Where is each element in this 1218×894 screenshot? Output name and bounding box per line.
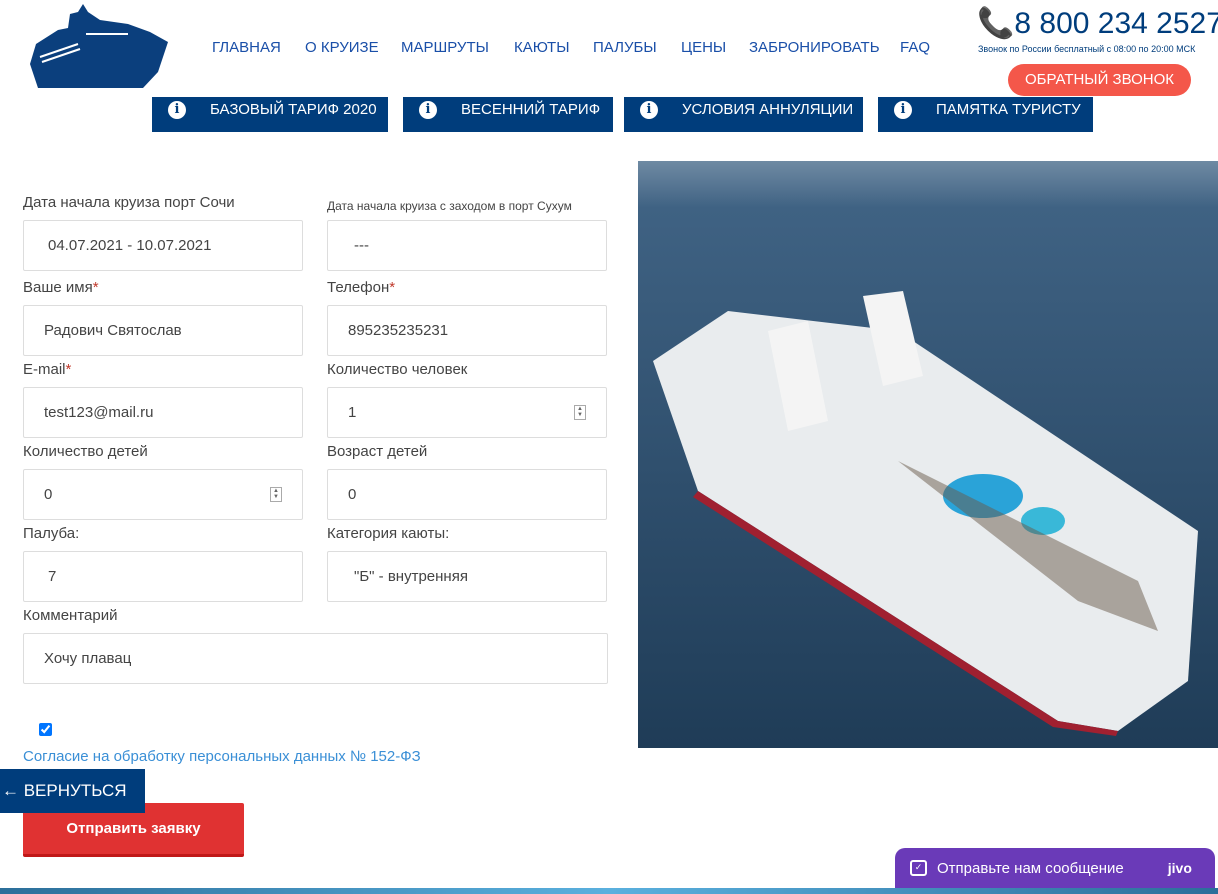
callback-button[interactable]: ОБРАТНЫЙ ЗВОНОК (1008, 64, 1191, 96)
label-phone: Телефон* (327, 279, 396, 296)
label-people: Количество человек (327, 361, 468, 378)
label-children: Количество детей (23, 443, 148, 460)
message-icon: ✓ (910, 860, 927, 876)
label-email: E-mail* (23, 361, 72, 378)
nav-cabins[interactable]: КАЮТЫ (514, 39, 570, 56)
children-stepper[interactable]: 0 ▲ ▼ (23, 469, 303, 520)
consent-link[interactable]: Согласие на обработку персональных данны… (23, 748, 421, 765)
people-stepper[interactable]: 1 ▲ ▼ (327, 387, 607, 438)
label-children-age: Возраст детей (327, 443, 428, 460)
ship-logo[interactable] (28, 2, 173, 88)
consent-checkbox[interactable] (39, 723, 52, 736)
children-age-input[interactable]: 0 (327, 469, 607, 520)
phone-note: Звонок по России бесплатный с 08:00 по 2… (978, 44, 1196, 54)
start-sukhum-field[interactable]: --- (327, 220, 607, 271)
nav-faq[interactable]: FAQ (900, 39, 930, 56)
phone-icon: 📞 (977, 7, 1015, 40)
tab-spring-tariff[interactable]: i ВЕСЕННИЙ ТАРИФ (403, 97, 613, 132)
comment-input[interactable]: Хочу плавац (23, 633, 608, 684)
footer-strip (0, 888, 1218, 894)
info-icon: i (640, 101, 658, 119)
jivo-logo: jivo (1167, 860, 1192, 876)
deck-select[interactable]: 7 (23, 551, 303, 602)
nav-decks[interactable]: ПАЛУБЫ (593, 39, 657, 56)
label-start-sochi: Дата начала круиза порт Сочи (23, 194, 235, 211)
label-start-sukhum: Дата начала круиза с заходом в порт Суху… (327, 199, 572, 213)
name-input[interactable]: Радович Святослав (23, 305, 303, 356)
tab-cancellation[interactable]: i УСЛОВИЯ АННУЛЯЦИИ (624, 97, 863, 132)
nav-about[interactable]: О КРУИЗЕ (305, 39, 379, 56)
info-icon: i (894, 101, 912, 119)
tab-base-tariff[interactable]: i БАЗОВЫЙ ТАРИФ 2020 (152, 97, 388, 132)
phone-input[interactable]: 895235235231 (327, 305, 607, 356)
spinner-arrows-icon[interactable]: ▲ ▼ (270, 487, 282, 502)
back-button[interactable]: ← ВЕРНУТЬСЯ (0, 769, 145, 813)
label-cabin: Категория каюты: (327, 525, 450, 542)
label-name: Ваше имя* (23, 279, 99, 296)
info-icon: i (168, 101, 186, 119)
tab-tourist-memo[interactable]: i ПАМЯТКА ТУРИСТУ (878, 97, 1093, 132)
nav-prices[interactable]: ЦЕНЫ (681, 39, 726, 56)
nav-routes[interactable]: МАРШРУТЫ (401, 39, 489, 56)
cabin-select[interactable]: "Б" - внутренняя (327, 551, 607, 602)
nav-book[interactable]: ЗАБРОНИРОВАТЬ (749, 39, 880, 56)
email-input[interactable]: test123@mail.ru (23, 387, 303, 438)
start-sochi-field[interactable]: 04.07.2021 - 10.07.2021 (23, 220, 303, 271)
cruise-ship-photo (638, 161, 1218, 748)
chat-widget[interactable]: ✓ Отправьте нам сообщение jivo (895, 848, 1215, 888)
nav-home[interactable]: ГЛАВНАЯ (212, 39, 281, 56)
label-comment: Комментарий (23, 607, 118, 624)
phone-number[interactable]: 📞8 800 234 2527 (977, 6, 1218, 41)
info-icon: i (419, 101, 437, 119)
label-deck: Палуба: (23, 525, 80, 542)
spinner-arrows-icon[interactable]: ▲ ▼ (574, 405, 586, 420)
